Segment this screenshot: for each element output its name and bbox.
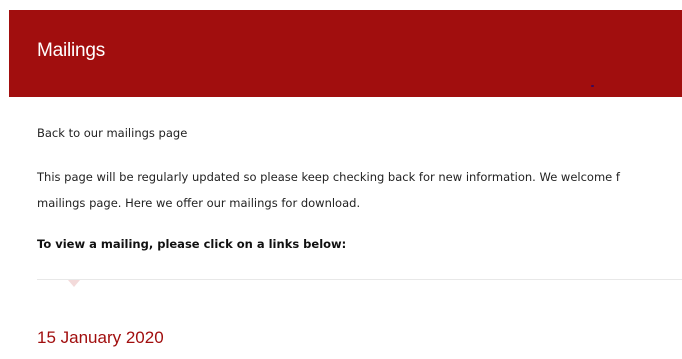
page-title: Mailings — [37, 40, 106, 61]
divider-notch-arrow — [68, 280, 80, 287]
page-header-band: Mailings — [9, 10, 682, 97]
header-decoration-dot — [591, 85, 594, 87]
intro-text-line-1: This page will be regularly updated so p… — [37, 170, 620, 184]
back-to-mailings-link[interactable]: Back to our mailings page — [37, 126, 187, 140]
section-divider — [37, 279, 682, 280]
mailing-date-heading[interactable]: 15 January 2020 — [37, 328, 164, 348]
instruction-text: To view a mailing, please click on a lin… — [37, 237, 347, 251]
intro-text-line-2: mailings page. Here we offer our mailing… — [37, 196, 361, 210]
page: Mailings Back to our mailings page This … — [0, 0, 682, 359]
intro-paragraph: This page will be regularly updated so p… — [37, 164, 682, 216]
